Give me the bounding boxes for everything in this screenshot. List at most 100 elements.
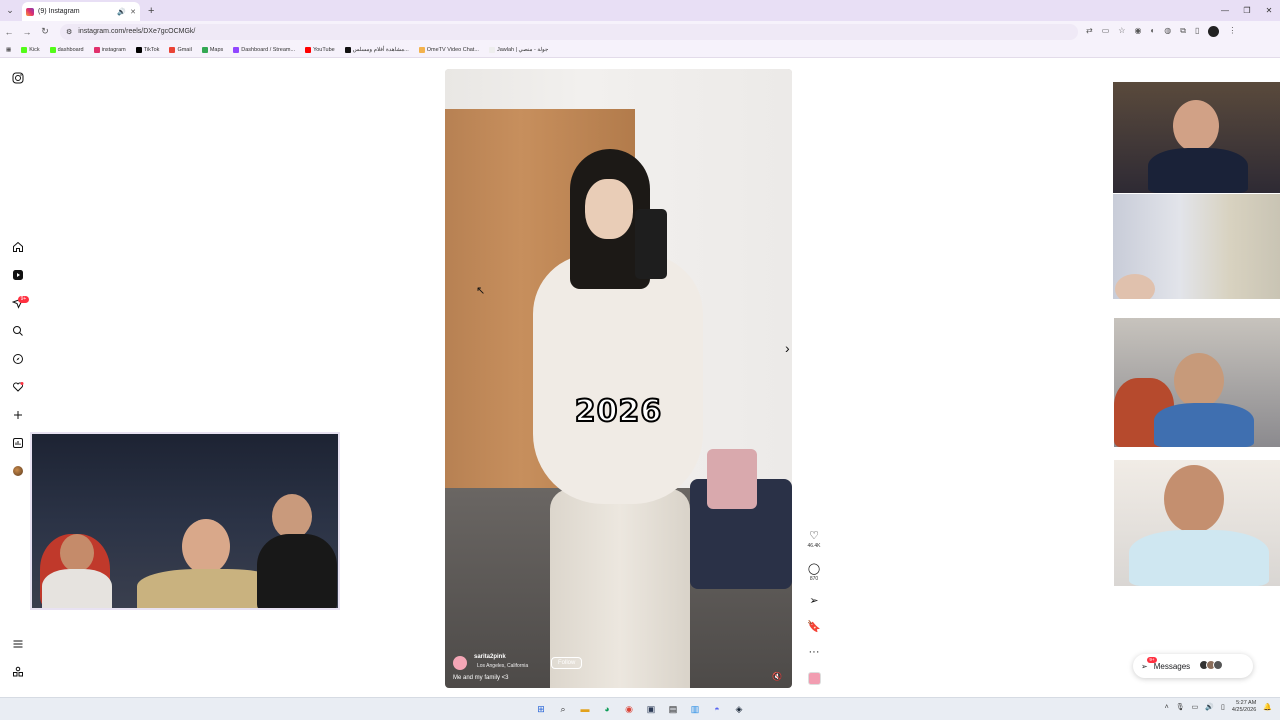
save-button[interactable]: 🔖	[802, 620, 826, 634]
start-icon[interactable]: ⊞	[533, 701, 549, 717]
extension-icon[interactable]: ◉	[1134, 26, 1141, 37]
translate-icon[interactable]: ⇄	[1086, 26, 1093, 37]
tab-title: (9) Instagram	[38, 8, 80, 15]
heart-icon[interactable]	[10, 379, 26, 395]
tab-search-icon[interactable]: ⌄	[0, 5, 20, 16]
participant-webcam-1	[1113, 82, 1280, 193]
reload-button[interactable]: ↻	[36, 26, 54, 37]
close-window-button[interactable]: ✕	[1258, 0, 1280, 21]
extension-icon[interactable]: ◐	[1150, 26, 1155, 37]
sidebar-icon[interactable]: ▯	[1195, 26, 1199, 37]
taskbar-apps: ⊞ ⌕ ▬ ◕ ◉ ▣ ▤ ▥ ◓ ◈	[533, 701, 747, 717]
chevron-up-icon[interactable]: ˄	[1165, 704, 1169, 711]
author-avatar[interactable]	[453, 656, 467, 670]
home-icon[interactable]	[10, 239, 26, 255]
reels-icon[interactable]	[10, 267, 26, 283]
system-tray: ˄ 🎙 ▭ 🔊 ▯ 5:27 AM 4/25/2026 🔔	[1165, 700, 1272, 714]
person-center	[182, 519, 230, 574]
menu-dots-icon[interactable]: ⋮	[1228, 26, 1236, 37]
follow-button[interactable]: Follow	[551, 657, 583, 669]
dashboard-icon[interactable]	[10, 435, 26, 451]
participant-webcam-4	[1114, 460, 1280, 586]
search-icon[interactable]: ⌕	[555, 701, 571, 717]
like-count: 46.4K	[807, 543, 821, 549]
microphone-icon[interactable]: 🎙	[1176, 703, 1185, 711]
discord-icon[interactable]: ◓	[709, 701, 725, 717]
cast-icon[interactable]: ▭	[1102, 26, 1110, 37]
bookmark-gmail[interactable]: Gmail	[169, 46, 192, 53]
kick-icon	[49, 46, 56, 53]
profile-avatar[interactable]	[1208, 26, 1220, 37]
bookmark-kick[interactable]: Kick	[21, 46, 40, 53]
notification-icon[interactable]: 🔔	[1263, 703, 1272, 711]
like-button[interactable]: ♡ 46.4K	[802, 529, 826, 549]
explore-icon[interactable]	[10, 351, 26, 367]
battery-icon[interactable]: ▯	[1221, 703, 1225, 711]
share-button[interactable]: ➢	[802, 594, 826, 608]
heart-icon: ♡	[809, 530, 819, 542]
window-controls: — ❐ ✕	[1214, 0, 1280, 21]
reel-bag	[707, 449, 757, 509]
minimize-button[interactable]: —	[1214, 0, 1236, 21]
bookmark-tiktok[interactable]: TikTok	[135, 46, 159, 53]
profile-avatar[interactable]	[10, 463, 26, 479]
reel-actions: ♡ 46.4K ◯ 870 ➢ 🔖 ···	[802, 529, 826, 691]
browser-tab[interactable]: (9) Instagram 🔊 ✕	[22, 2, 140, 21]
comment-button[interactable]: ◯ 870	[802, 562, 826, 582]
bookmark-ometv[interactable]: OmeTV Video Chat...	[418, 46, 479, 53]
bookmark-instagram[interactable]: instagram	[93, 46, 126, 53]
stream-icon	[233, 46, 240, 53]
instagram-icon	[93, 46, 100, 53]
bookmark-maps[interactable]: Maps	[201, 46, 223, 53]
star-icon[interactable]: ☆	[1118, 26, 1125, 37]
messages-button[interactable]: ➢ 9+ Messages	[1133, 654, 1253, 678]
network-icon[interactable]: ▭	[1192, 703, 1199, 711]
more-options-button[interactable]: ···	[802, 645, 826, 659]
new-tab-button[interactable]: +	[148, 5, 154, 17]
volume-icon[interactable]: 🔊	[1205, 703, 1214, 711]
chrome-icon[interactable]: ◉	[621, 701, 637, 717]
reel-figure-body	[533, 254, 703, 504]
instagram-logo-icon[interactable]	[10, 70, 26, 86]
bookmark-youtube[interactable]: YouTube	[305, 46, 335, 53]
maximize-button[interactable]: ❐	[1236, 0, 1258, 21]
jawlah-icon	[488, 46, 495, 53]
reel-video[interactable]: 2026 sarita2pink Los Angeles, California…	[445, 69, 792, 688]
menu-icon[interactable]	[10, 636, 26, 652]
mute-icon[interactable]: 🔇	[772, 672, 782, 681]
puzzle-icon[interactable]: ⧉	[1180, 26, 1186, 37]
capture-icon[interactable]: ▤	[665, 701, 681, 717]
person-left-shirt	[42, 569, 112, 608]
clock-time: 5:27 AM	[1236, 700, 1257, 706]
app-icon[interactable]: ▥	[687, 701, 703, 717]
edge-icon[interactable]: ◕	[599, 701, 615, 717]
search-icon[interactable]	[10, 323, 26, 339]
file-explorer-icon[interactable]: ▬	[577, 701, 593, 717]
close-tab-icon[interactable]: ✕	[130, 8, 136, 16]
author-name[interactable]: sarita2pink	[474, 654, 506, 660]
site-info-icon[interactable]: ⚙	[66, 28, 72, 36]
bookmarks-bar: ▦ Kick dashboard instagram TikTok Gmail …	[0, 42, 1280, 58]
reel-location[interactable]: Los Angeles, California	[477, 663, 528, 669]
bookmark-dashboard[interactable]: dashboard	[49, 46, 84, 53]
app-icon[interactable]: ▣	[643, 701, 659, 717]
participant-webcam-3	[1114, 318, 1280, 447]
bookmark-movies[interactable]: مشاهدة أفلام ومسلس...	[344, 46, 409, 53]
more-apps-icon[interactable]	[10, 664, 26, 680]
steam-icon[interactable]: ◈	[731, 701, 747, 717]
audio-thumbnail[interactable]	[808, 672, 821, 685]
participant-webcam-2	[1113, 194, 1280, 299]
forward-button[interactable]: →	[18, 27, 36, 37]
back-button[interactable]: ←	[0, 27, 18, 37]
create-icon[interactable]	[10, 407, 26, 423]
share-icon: ➢	[809, 595, 819, 607]
apps-icon[interactable]: ▦	[6, 47, 11, 53]
address-bar[interactable]: ⚙ instagram.com/reels/DXe7gcOCMGk/	[60, 23, 1078, 40]
ometv-icon	[418, 46, 425, 53]
extension-icon[interactable]: ◍	[1164, 26, 1171, 37]
speaker-icon[interactable]: 🔊	[117, 8, 126, 16]
next-reel-arrow-icon[interactable]: ›	[785, 340, 790, 356]
bookmark-jawlah[interactable]: Jawlah | جولة - منصي	[488, 46, 548, 53]
bookmark-stream-dashboard[interactable]: Dashboard / Stream...	[233, 46, 295, 53]
clock[interactable]: 5:27 AM 4/25/2026	[1232, 700, 1256, 714]
